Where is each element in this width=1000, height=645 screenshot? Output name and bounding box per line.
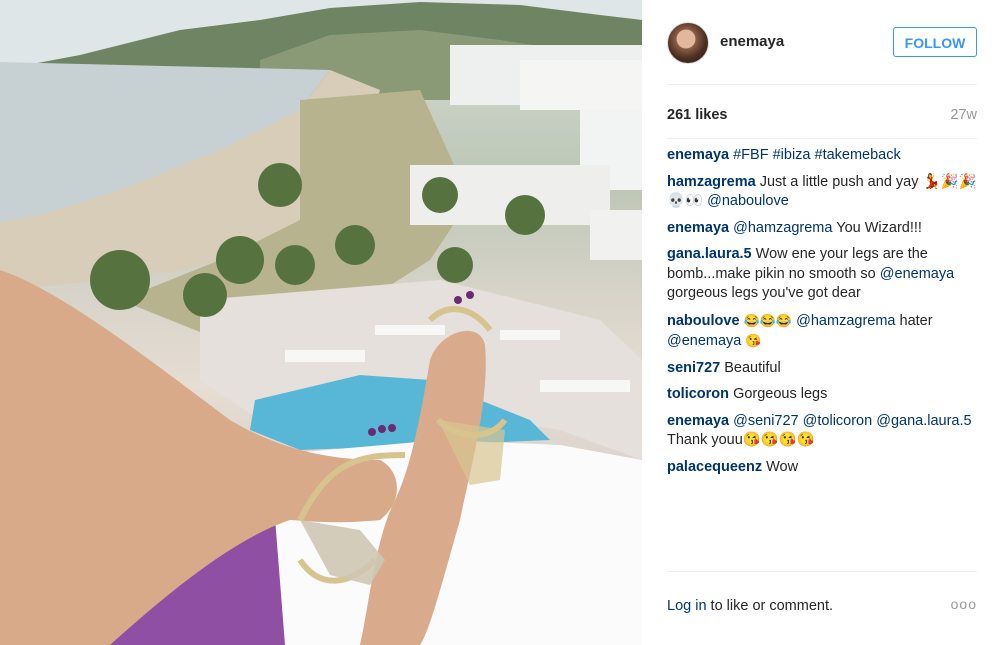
comment-mention[interactable]: @hamzagrema (796, 313, 895, 329)
post-footer: Log in to like or comment. ooo (667, 596, 977, 620)
comment-text: Beautiful (724, 359, 781, 376)
post-time[interactable]: 27w (950, 107, 977, 123)
comment-mention[interactable]: @naboulove (707, 193, 789, 209)
likes-count[interactable]: 261 likes (667, 107, 727, 123)
comment: hamzagrema Just a little push and yay 💃🎉… (667, 173, 977, 212)
comment-user[interactable]: tolicoron (667, 386, 729, 402)
instagram-post: enemaya FOLLOW 261 likes 27w enemaya #FB… (0, 0, 1000, 645)
username-link[interactable]: enemaya (720, 33, 784, 50)
comment-text: Gorgeous legs (733, 386, 828, 402)
hashtags[interactable]: #FBF #ibiza #takemeback (733, 147, 901, 163)
comment-text: hater (899, 312, 933, 329)
comment-user[interactable]: naboulove (667, 313, 740, 329)
login-link[interactable]: Log in (667, 598, 707, 614)
comment-list: enemaya #FBF #ibiza #takemeback hamzagre… (667, 146, 977, 484)
follow-button[interactable]: FOLLOW (893, 27, 977, 57)
comment-mention[interactable]: @hamzagrema (733, 220, 832, 236)
comment-text: gorgeous legs you've got dear (667, 285, 861, 301)
comment-user[interactable]: hamzagrema (667, 174, 756, 190)
divider (667, 138, 977, 139)
comment: tolicoron Gorgeous legs (667, 385, 977, 405)
comment-mention[interactable]: @enemaya (880, 266, 954, 282)
divider (667, 84, 977, 85)
post-panel: enemaya FOLLOW 261 likes 27w enemaya #FB… (642, 0, 1000, 645)
avatar[interactable] (667, 22, 709, 64)
comment-mention[interactable]: @gana.laura.5 (876, 413, 971, 429)
post-header: enemaya FOLLOW (667, 22, 977, 64)
comment: enemaya @seni727 @tolicoron @gana.laura.… (667, 412, 977, 451)
comment-mention[interactable]: @tolicoron (803, 413, 873, 429)
comment-user[interactable]: enemaya (667, 220, 729, 236)
comment-user[interactable]: enemaya (667, 413, 729, 429)
likes-row: 261 likes 27w (667, 107, 977, 127)
comment: gana.laura.5 Wow ene your legs are the b… (667, 245, 977, 304)
comment-text: Wow (766, 458, 799, 475)
comment-user[interactable]: enemaya (667, 147, 729, 163)
comment-user[interactable]: gana.laura.5 (667, 246, 752, 262)
caption: enemaya #FBF #ibiza #takemeback (667, 146, 977, 166)
comment: enemaya @hamzagrema You Wizard!!! (667, 219, 977, 239)
comment-mention[interactable]: @enemaya (667, 333, 741, 349)
comment-text: 😘 (745, 333, 762, 348)
photo-illustration (0, 0, 642, 645)
comment-user[interactable]: seni727 (667, 360, 720, 376)
comment: palacequeenz Wow (667, 458, 977, 478)
comment-text: 😂😂😂 (743, 312, 793, 328)
post-photo[interactable] (0, 0, 642, 645)
divider (667, 571, 977, 572)
comment: naboulove 😂😂😂 @hamzagrema hater @enemaya… (667, 311, 977, 352)
login-text: to like or comment. (706, 598, 834, 614)
comment-user[interactable]: palacequeenz (667, 459, 762, 475)
comment: seni727 Beautiful (667, 359, 977, 379)
comment-text: You Wizard!!! (836, 219, 922, 236)
more-options-icon[interactable]: ooo (951, 596, 977, 612)
comment-mention[interactable]: @seni727 (733, 413, 799, 429)
login-prompt: Log in to like or comment. (667, 598, 833, 614)
comment-text: Thank youu😘😘😘😘 (667, 432, 815, 448)
